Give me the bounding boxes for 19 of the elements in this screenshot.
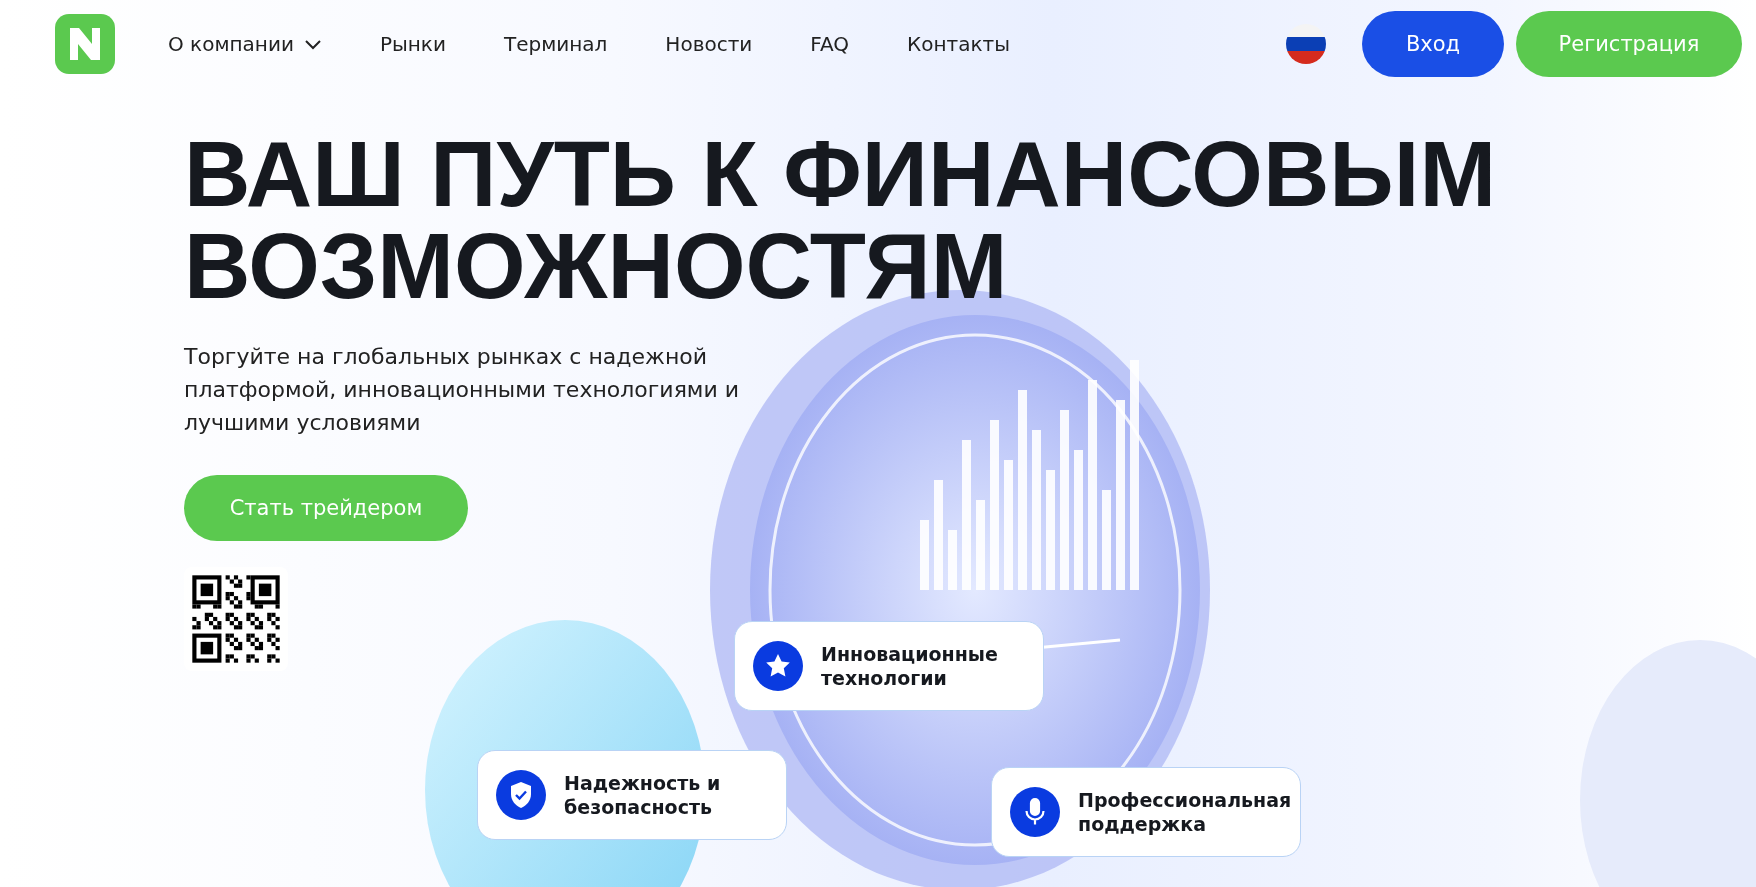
nav-link[interactable]: Новости	[665, 32, 753, 56]
nav-link[interactable]: Рынки	[379, 32, 446, 56]
feature-text: Профессиональная поддержка	[1078, 788, 1288, 836]
hero-title: ВОЗМОЖНОСТЯМ	[184, 220, 1009, 312]
feature-text: Инновационные технологии	[821, 642, 999, 690]
flag-icon[interactable]	[1286, 24, 1326, 64]
nav-link[interactable]: Контакты	[907, 32, 1010, 56]
feature-text: Надежность и безопасность	[564, 771, 722, 819]
login-button[interactable]: Вход	[1362, 11, 1504, 77]
mic-icon	[1010, 787, 1060, 837]
nav-link[interactable]: О компании	[168, 32, 322, 56]
chevron-down-icon	[303, 38, 322, 50]
nav-link[interactable]: FAQ	[810, 32, 850, 56]
hero-subtitle: Торгуйте на глобальных рынках с надежной платформой, инновационными технологиями и лучшими условиями	[184, 343, 741, 437]
chart-bar	[948, 530, 957, 590]
hero-title: ВАШ ПУТЬ К ФИНАНСОВЫМ	[184, 128, 1498, 220]
chart-bar	[920, 520, 929, 590]
shield-icon	[496, 770, 546, 820]
nav-link[interactable]: Терминал	[503, 32, 608, 56]
